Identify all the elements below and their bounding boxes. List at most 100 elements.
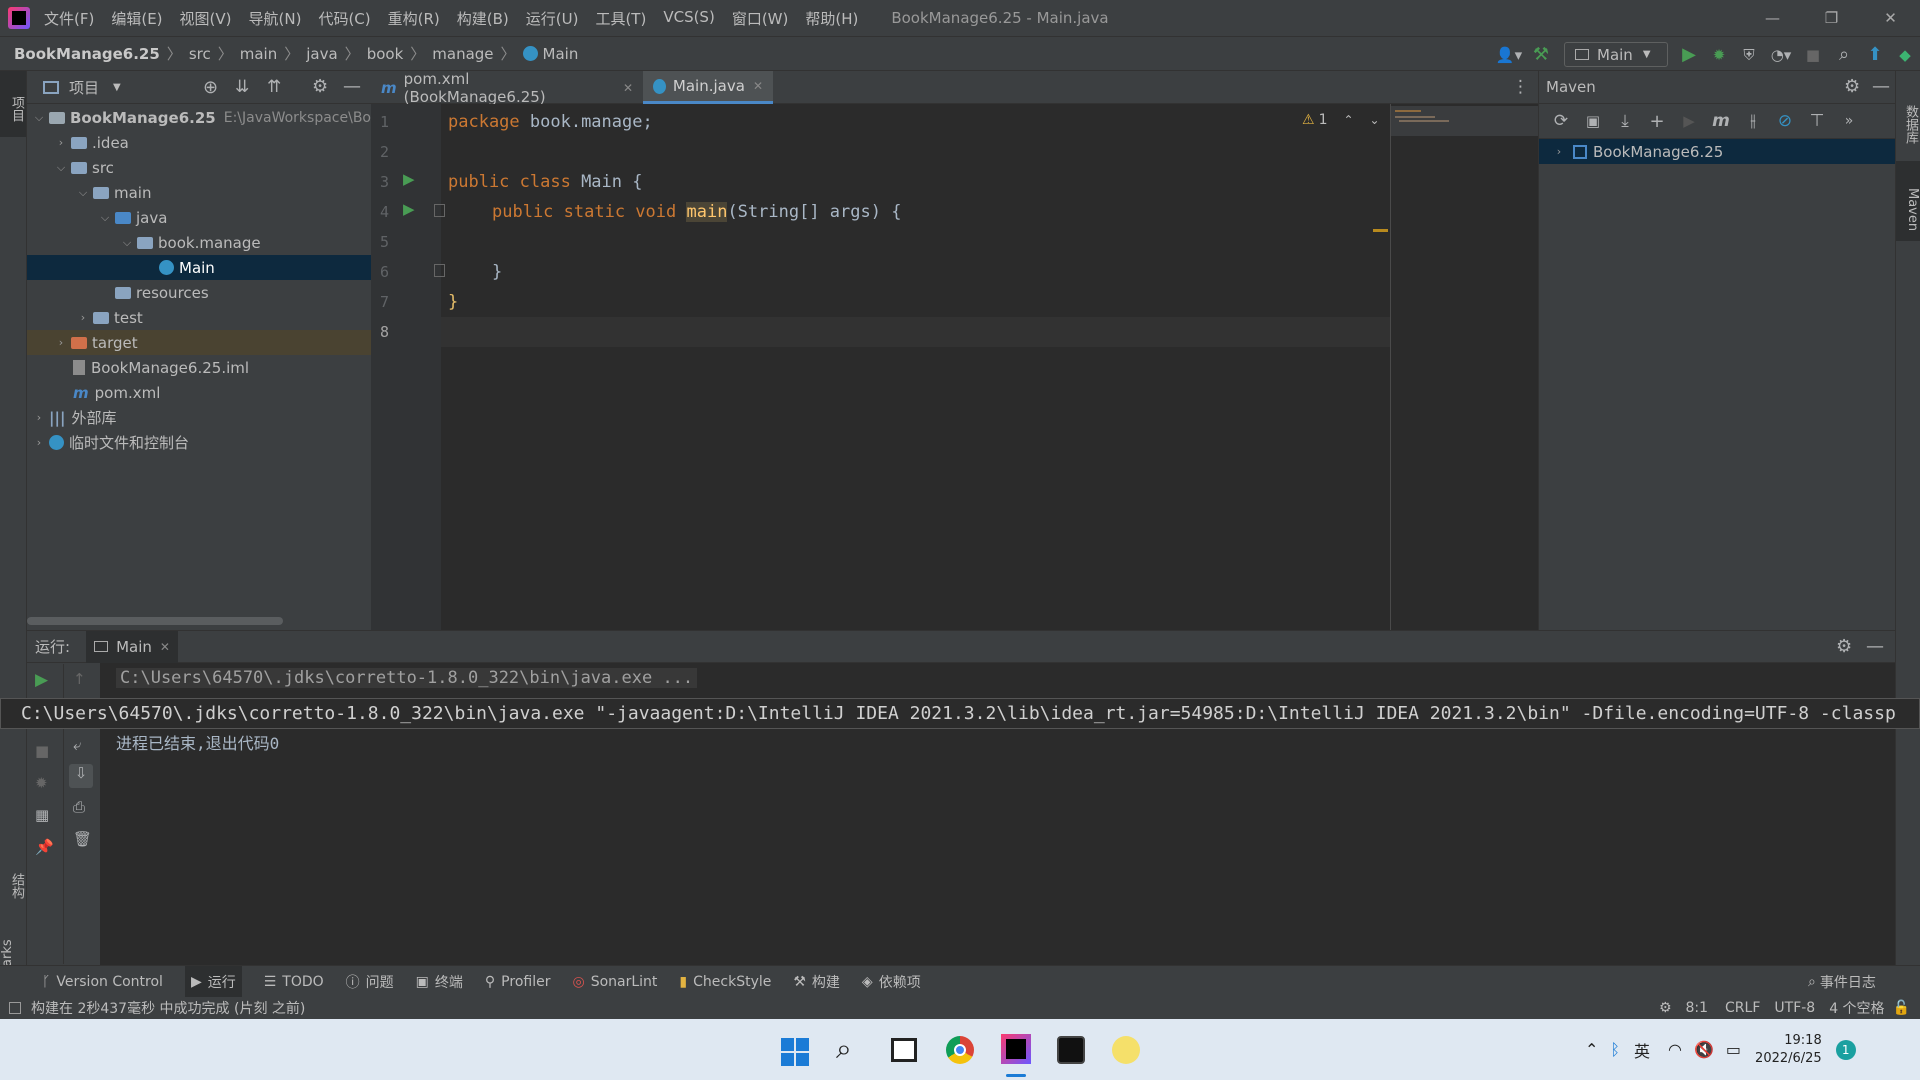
pin-icon[interactable]: 📌 xyxy=(35,838,54,856)
inspection-widget[interactable]: ⚠ 1 ⌃ ⌄ xyxy=(1302,112,1380,128)
run-icon[interactable]: ▶ xyxy=(1674,44,1704,65)
tab-pom-xml[interactable]: m pom.xml (BookManage6.25) ✕ xyxy=(371,70,643,106)
tab-sonarlint[interactable]: ◎ SonarLint xyxy=(572,974,657,990)
menu-help[interactable]: 帮助(H) xyxy=(805,8,858,29)
tab-version-control[interactable]: ᚴ Version Control xyxy=(42,974,163,990)
tab-checkstyle[interactable]: ▮ CheckStyle xyxy=(679,974,771,990)
volume-icon[interactable]: 🔇 xyxy=(1694,1040,1714,1059)
menu-vcs[interactable]: VCS(S) xyxy=(663,8,714,29)
menu-file[interactable]: 文件(F) xyxy=(44,8,94,29)
intellij-logo[interactable] xyxy=(8,7,30,29)
run-gutter-icon[interactable]: ▶ xyxy=(403,170,415,188)
caret-position[interactable]: 8:1 xyxy=(1686,1000,1709,1016)
gear-icon[interactable]: ⚙ xyxy=(312,76,328,97)
lock-icon[interactable]: 🔓 xyxy=(1893,1000,1910,1016)
breadcrumb-manage[interactable]: manage xyxy=(432,45,493,63)
chevron-right-icon[interactable]: › xyxy=(53,136,69,149)
tree-item[interactable]: ⌵ BookManage6.25 E:\JavaWorkspace\Bo xyxy=(27,105,371,130)
console-command-header[interactable]: C:\Users\64570\.jdks\corretto-1.8.0_322\… xyxy=(116,668,698,688)
project-panel-title[interactable]: 项目 xyxy=(69,77,99,98)
menu-code[interactable]: 代码(C) xyxy=(318,8,370,29)
windows-start-icon[interactable] xyxy=(781,1038,809,1066)
fold-icon[interactable] xyxy=(434,204,445,217)
file-encoding[interactable]: UTF-8 xyxy=(1774,1000,1815,1016)
tree-item[interactable]: ⌵ src xyxy=(27,155,371,180)
debug-icon[interactable]: ✹ xyxy=(1704,46,1734,64)
close-icon[interactable]: ✕ xyxy=(623,81,633,95)
tree-item[interactable]: m pom.xml xyxy=(27,380,371,405)
code-minimap[interactable] xyxy=(1390,104,1538,630)
structure-tool-button[interactable]: 结构 xyxy=(0,856,26,916)
maven-goal-icon[interactable]: m xyxy=(1705,111,1737,131)
indent-setting[interactable]: 4 个空格 xyxy=(1829,998,1884,1018)
chevron-down-icon[interactable]: ▼ xyxy=(113,82,121,93)
tab-main-java[interactable]: Main.java ✕ xyxy=(643,71,773,104)
tree-item[interactable]: › test xyxy=(27,305,371,330)
download-icon[interactable]: ⤓ xyxy=(1609,111,1641,131)
menu-view[interactable]: 视图(V) xyxy=(180,8,232,29)
chevron-up-icon[interactable]: ⌃ xyxy=(1343,113,1353,127)
event-log-button[interactable]: ⌕ 事件日志 xyxy=(1808,972,1876,992)
reload-folder-icon[interactable]: ▣ xyxy=(1577,112,1609,130)
menu-navigate[interactable]: 导航(N) xyxy=(249,8,302,29)
add-icon[interactable]: + xyxy=(1641,111,1673,132)
run-config-select[interactable]: Main ▼ xyxy=(1564,42,1668,67)
stop-icon[interactable]: ■ xyxy=(1798,46,1828,64)
breadcrumb-book[interactable]: book xyxy=(367,45,404,63)
chevron-right-icon[interactable]: › xyxy=(31,436,47,449)
tab-run[interactable]: ▶ 运行 xyxy=(184,965,242,998)
run-tab-main[interactable]: Main ✕ xyxy=(86,630,178,663)
layout-icon[interactable]: ▦ xyxy=(35,806,49,824)
maven-project-row[interactable]: › BookManage6.25 xyxy=(1539,139,1895,164)
tree-item[interactable]: › ||| 外部库 xyxy=(27,405,371,430)
menu-refactor[interactable]: 重构(R) xyxy=(388,8,440,29)
tree-item[interactable]: resources xyxy=(27,280,371,305)
search-icon[interactable]: ⌕ xyxy=(1828,44,1860,65)
stop-icon[interactable]: ■ xyxy=(35,742,49,760)
build-hammer-icon[interactable]: ⚒ xyxy=(1524,44,1558,65)
project-tool-button[interactable]: 项目 xyxy=(0,71,26,137)
tree-item[interactable]: › .idea xyxy=(27,130,371,155)
app-taskbar-icon[interactable] xyxy=(1112,1036,1140,1064)
tray-expand-icon[interactable]: ⌃ xyxy=(1585,1040,1598,1059)
chevron-down-icon[interactable]: ⌵ xyxy=(119,236,135,250)
plugin-icon[interactable]: ◆ xyxy=(1890,46,1920,64)
panel-toggle-icon[interactable] xyxy=(9,1002,21,1014)
chevron-down-icon[interactable]: ⌵ xyxy=(53,161,69,175)
up-icon[interactable]: ↑ xyxy=(73,670,86,688)
search-icon[interactable]: ⌕ xyxy=(836,1032,852,1066)
warning-stripe-marker[interactable] xyxy=(1373,229,1388,232)
notification-badge[interactable]: 1 xyxy=(1835,1039,1856,1060)
tab-terminal[interactable]: ▣ 终端 xyxy=(416,972,463,992)
status-message[interactable]: 构建在 2秒437毫秒 中成功完成 (片刻 之前) xyxy=(31,998,305,1018)
soft-wrap-icon[interactable]: ⤶ xyxy=(73,736,81,754)
run-gutter-icon[interactable]: ▶ xyxy=(403,200,415,218)
terminal-taskbar-icon[interactable] xyxy=(1057,1036,1085,1064)
debug-icon[interactable]: ✹ xyxy=(35,774,48,792)
more-vertical-icon[interactable]: ⋮ xyxy=(1512,77,1529,97)
tab-dependencies[interactable]: ◈ 依赖项 xyxy=(862,972,921,992)
tree-item[interactable]: › target xyxy=(27,330,371,355)
coverage-icon[interactable]: ⛨ xyxy=(1734,46,1764,64)
toggle-offline-icon[interactable]: ⫲ xyxy=(1737,111,1769,131)
show-dependencies-icon[interactable]: ⊤ xyxy=(1801,111,1833,131)
breadcrumb-java[interactable]: java xyxy=(306,45,337,63)
hide-icon[interactable]: — xyxy=(1866,636,1884,657)
tree-item[interactable]: ⌵ java xyxy=(27,205,371,230)
tree-item[interactable]: › 临时文件和控制台 xyxy=(27,430,371,455)
clock[interactable]: 19:18 2022/6/25 xyxy=(1755,1032,1822,1068)
chevron-right-icon[interactable]: › xyxy=(75,311,91,324)
collapse-all-icon[interactable]: ⇈ xyxy=(267,77,281,97)
chevron-down-icon[interactable]: ⌵ xyxy=(75,186,91,200)
tab-build[interactable]: ⚒ 构建 xyxy=(793,972,840,992)
breadcrumb-src[interactable]: src xyxy=(189,45,211,63)
chevron-right-icon[interactable]: › xyxy=(31,411,47,424)
hide-icon[interactable]: — xyxy=(343,76,361,97)
tab-profiler[interactable]: ⚲ Profiler xyxy=(485,974,551,990)
reload-icon[interactable]: ⟳ xyxy=(1545,111,1577,131)
skip-tests-icon[interactable]: ⊘ xyxy=(1769,111,1801,131)
menu-tools[interactable]: 工具(T) xyxy=(595,8,646,29)
print-icon[interactable]: ⎙ xyxy=(73,798,85,816)
update-icon[interactable]: ⬆ xyxy=(1860,44,1890,65)
more-icon[interactable]: » xyxy=(1833,113,1865,129)
